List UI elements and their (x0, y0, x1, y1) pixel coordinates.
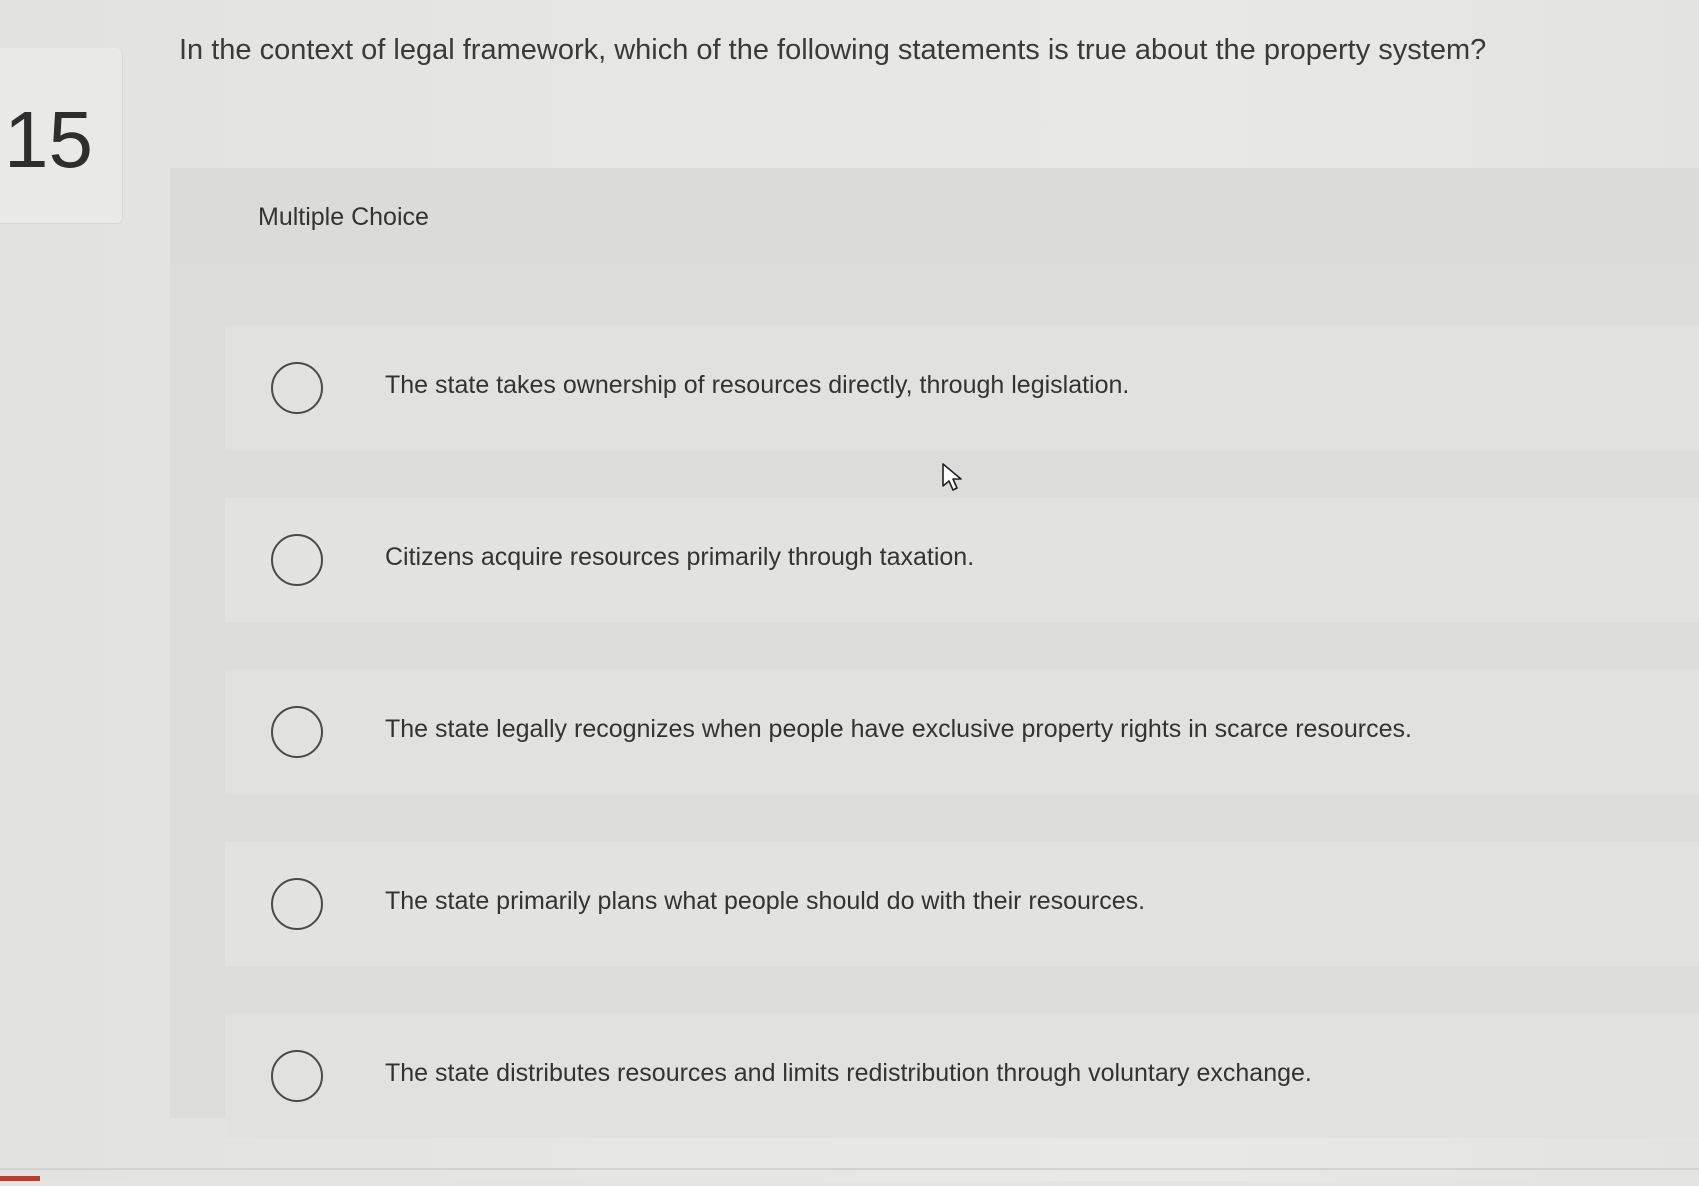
question-text: In the context of legal framework, which… (179, 34, 1487, 66)
option-label[interactable]: The state distributes resources and limi… (385, 1056, 1312, 1090)
divider (0, 1168, 1699, 1170)
accent-bar (0, 1176, 40, 1181)
mouse-pointer-icon (942, 463, 962, 491)
answer-panel-header: Multiple Choice (170, 168, 1699, 266)
option-3[interactable]: The state legally recognizes when people… (225, 670, 1699, 794)
option-5[interactable]: The state distributes resources and limi… (225, 1014, 1699, 1138)
answer-panel: Multiple Choice The state takes ownershi… (170, 168, 1699, 1138)
option-2[interactable]: Citizens acquire resources primarily thr… (225, 498, 1699, 622)
option-1[interactable]: The state takes ownership of resources d… (225, 326, 1699, 450)
radio-button-icon[interactable] (271, 706, 323, 758)
option-label[interactable]: The state primarily plans what people sh… (385, 884, 1145, 918)
option-label[interactable]: The state takes ownership of resources d… (385, 368, 1129, 402)
radio-button-icon[interactable] (271, 534, 323, 586)
option-label[interactable]: The state legally recognizes when people… (385, 712, 1412, 746)
radio-button-icon[interactable] (271, 1050, 323, 1102)
options-list: The state takes ownership of resources d… (225, 326, 1699, 1186)
radio-button-icon[interactable] (271, 362, 323, 414)
option-4[interactable]: The state primarily plans what people sh… (225, 842, 1699, 966)
radio-button-icon[interactable] (271, 878, 323, 930)
page-background: 15 In the context of legal framework, wh… (0, 0, 1699, 1181)
question-number: 15 (4, 95, 93, 184)
option-label[interactable]: Citizens acquire resources primarily thr… (385, 540, 974, 574)
question-type-label: Multiple Choice (258, 203, 429, 231)
